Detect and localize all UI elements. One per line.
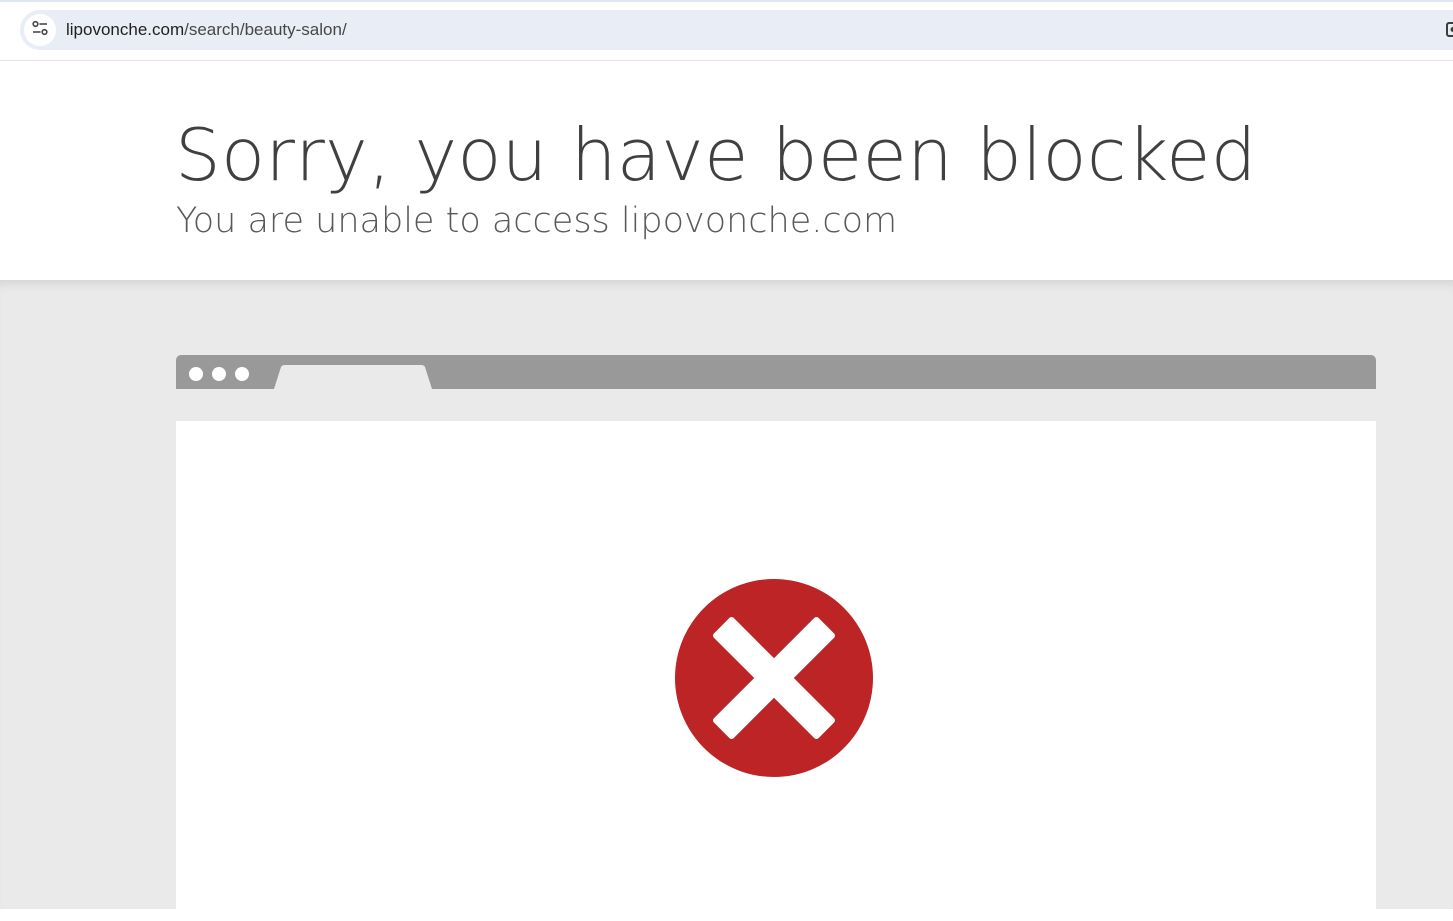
- window-dot-icon: [235, 367, 249, 381]
- browser-illustration-window: [176, 421, 1376, 921]
- extension-icon[interactable]: [1446, 22, 1453, 38]
- window-dot-icon: [189, 367, 203, 381]
- browser-tab-icon: [274, 365, 432, 389]
- address-bar[interactable]: lipovonche.com/search/beauty-salon/: [20, 10, 1453, 50]
- url-text[interactable]: lipovonche.com/search/beauty-salon/: [66, 20, 347, 40]
- url-path: /search/beauty-salon/: [184, 20, 347, 39]
- block-header: Sorry, you have been blocked You are una…: [0, 61, 1453, 280]
- window-dot-icon: [212, 367, 226, 381]
- tab-strip-edge: [0, 0, 1453, 2]
- browser-illustration-bar: [176, 355, 1376, 389]
- page-subtitle: You are unable to access lipovonche.com: [176, 200, 897, 242]
- url-domain: lipovonche.com: [66, 20, 184, 39]
- tune-icon: [31, 19, 49, 42]
- error-x-icon: [674, 578, 874, 778]
- browser-toolbar: lipovonche.com/search/beauty-salon/: [0, 0, 1453, 61]
- page-title: Sorry, you have been blocked: [175, 113, 1257, 197]
- illustration-section: [0, 280, 1453, 909]
- site-info-button[interactable]: [24, 14, 56, 46]
